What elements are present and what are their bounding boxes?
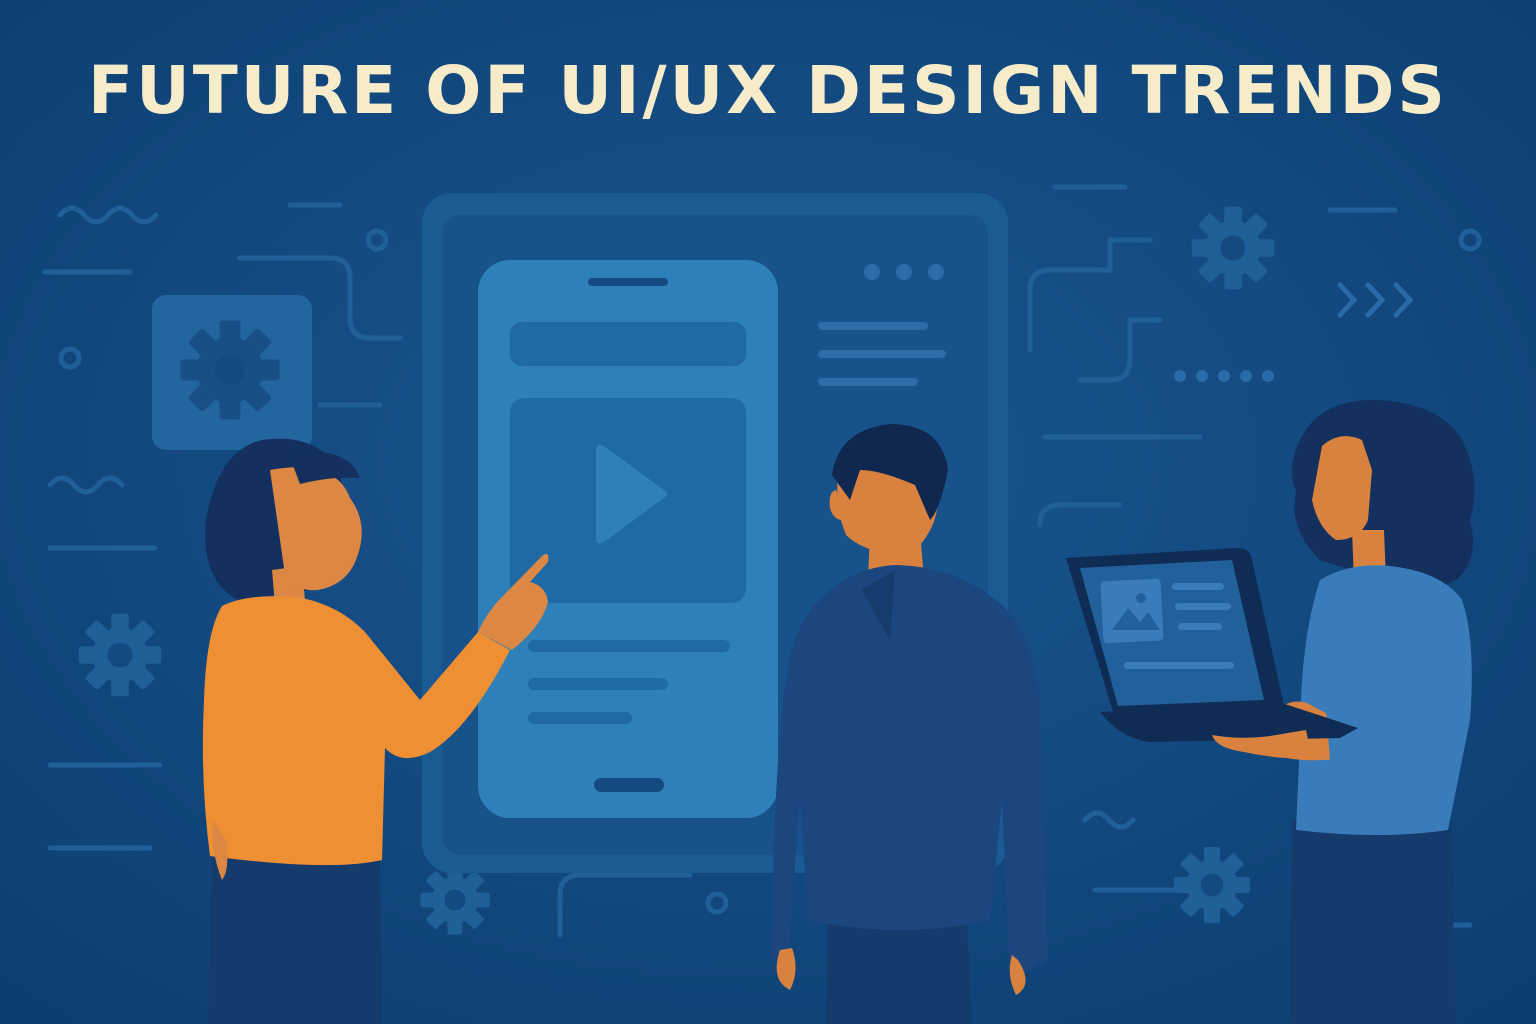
- gear-icon: [1174, 847, 1250, 923]
- phone-text-line: [528, 712, 632, 724]
- image-icon: [1100, 578, 1164, 644]
- banner-title: FUTURE OF UI/UX DESIGN TRENDS: [88, 52, 1448, 129]
- phone-speaker: [588, 278, 668, 286]
- phone-home-bar: [594, 778, 664, 792]
- phone-text-line: [528, 678, 668, 690]
- gear-icon: [420, 865, 490, 935]
- phone-mockup: [478, 260, 778, 818]
- phone-header-bar: [510, 322, 746, 366]
- gear-icon: [1191, 206, 1275, 290]
- illustration-scene: FUTURE OF UI/UX DESIGN TRENDS: [0, 0, 1536, 1024]
- illustration-svg: [0, 0, 1536, 1024]
- gear-icon: [180, 320, 280, 420]
- phone-text-line: [528, 640, 730, 652]
- settings-card: [152, 295, 312, 450]
- gear-icon: [78, 613, 162, 697]
